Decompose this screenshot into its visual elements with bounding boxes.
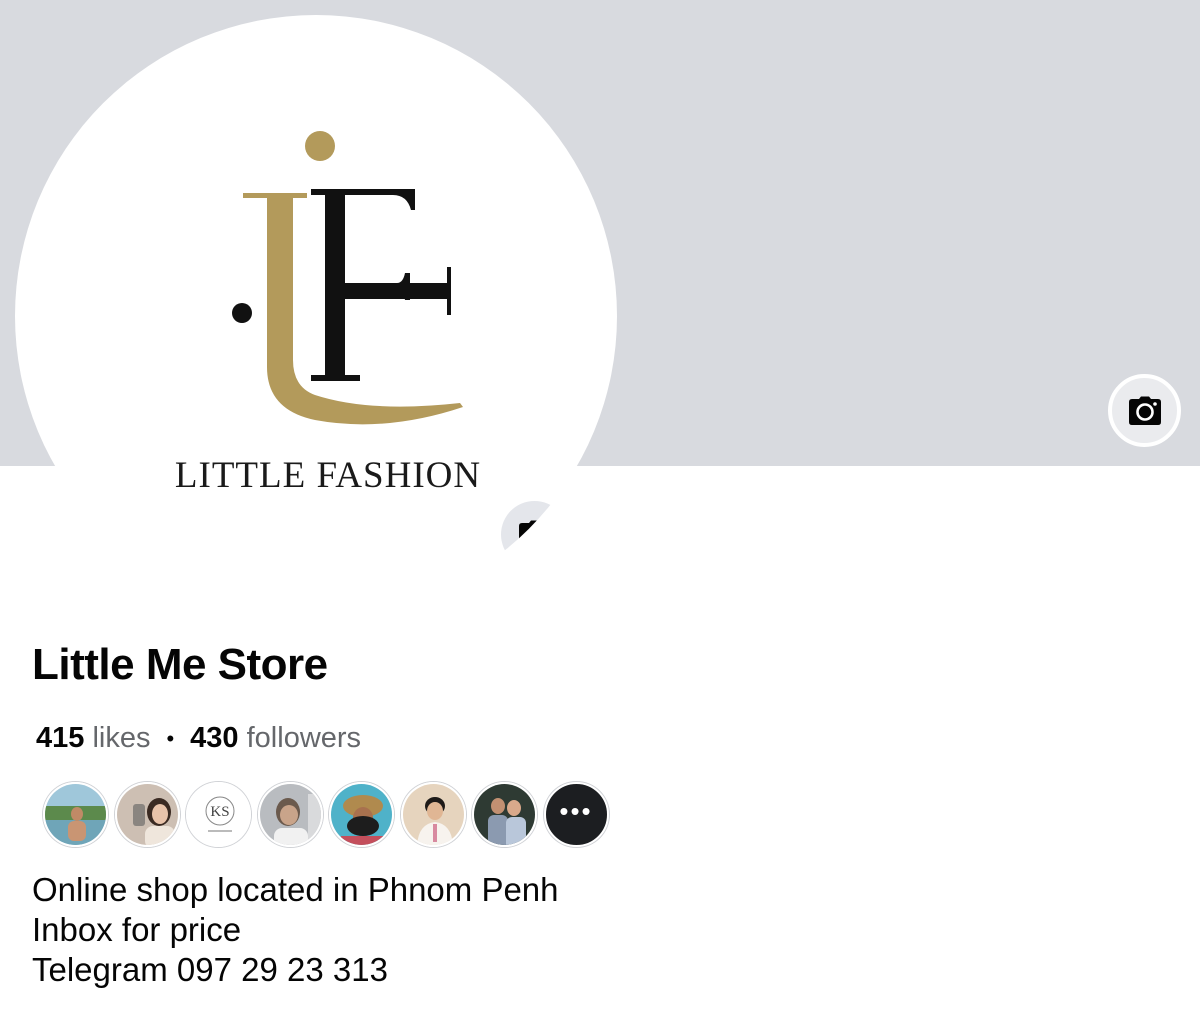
camera-icon <box>518 520 551 549</box>
friend-photo <box>259 784 321 845</box>
followers-label[interactable]: followers <box>247 722 361 755</box>
friend-photo <box>116 784 178 845</box>
camera-icon <box>1128 396 1161 425</box>
likes-count[interactable]: 415 <box>36 722 84 755</box>
edit-cover-button[interactable] <box>1108 374 1181 447</box>
page-title: Little Me Store <box>32 640 328 689</box>
friend-photo <box>402 784 464 845</box>
more-friends-button[interactable]: ••• <box>543 782 609 847</box>
page-stats: 415 likes • 430 followers <box>36 722 361 755</box>
bio-line-telegram: Telegram 097 29 23 313 <box>32 951 388 988</box>
friends-avatar-row: KS ••• <box>43 782 615 847</box>
friend-avatar[interactable] <box>43 782 108 847</box>
friend-photo <box>474 784 535 845</box>
friend-avatar[interactable] <box>400 782 466 847</box>
stats-separator: • <box>166 725 175 751</box>
page-intro-bio: Online shop located in Phnom Penh Inbox … <box>32 870 559 990</box>
profile-picture[interactable]: LITTLE FASHION <box>15 15 617 617</box>
more-icon: ••• <box>559 795 593 826</box>
bio-line-location: Online shop located in Phnom Penh <box>32 871 559 908</box>
friend-avatar[interactable] <box>472 782 537 847</box>
bio-line-price: Inbox for price <box>32 911 242 948</box>
friend-logo-text: KS <box>210 804 229 820</box>
friend-photo <box>331 784 392 845</box>
likes-label[interactable]: likes <box>92 722 150 755</box>
friend-photo <box>45 784 106 845</box>
friend-avatar[interactable] <box>329 782 394 847</box>
friend-avatar[interactable] <box>257 782 323 847</box>
logo-brand-text: LITTLE FASHION <box>175 455 481 496</box>
followers-count[interactable]: 430 <box>190 722 238 755</box>
edit-profile-picture-button[interactable] <box>501 501 568 568</box>
friend-photo: KS <box>188 784 249 845</box>
friend-avatar[interactable] <box>114 782 180 847</box>
friend-avatar[interactable]: KS <box>186 782 251 847</box>
